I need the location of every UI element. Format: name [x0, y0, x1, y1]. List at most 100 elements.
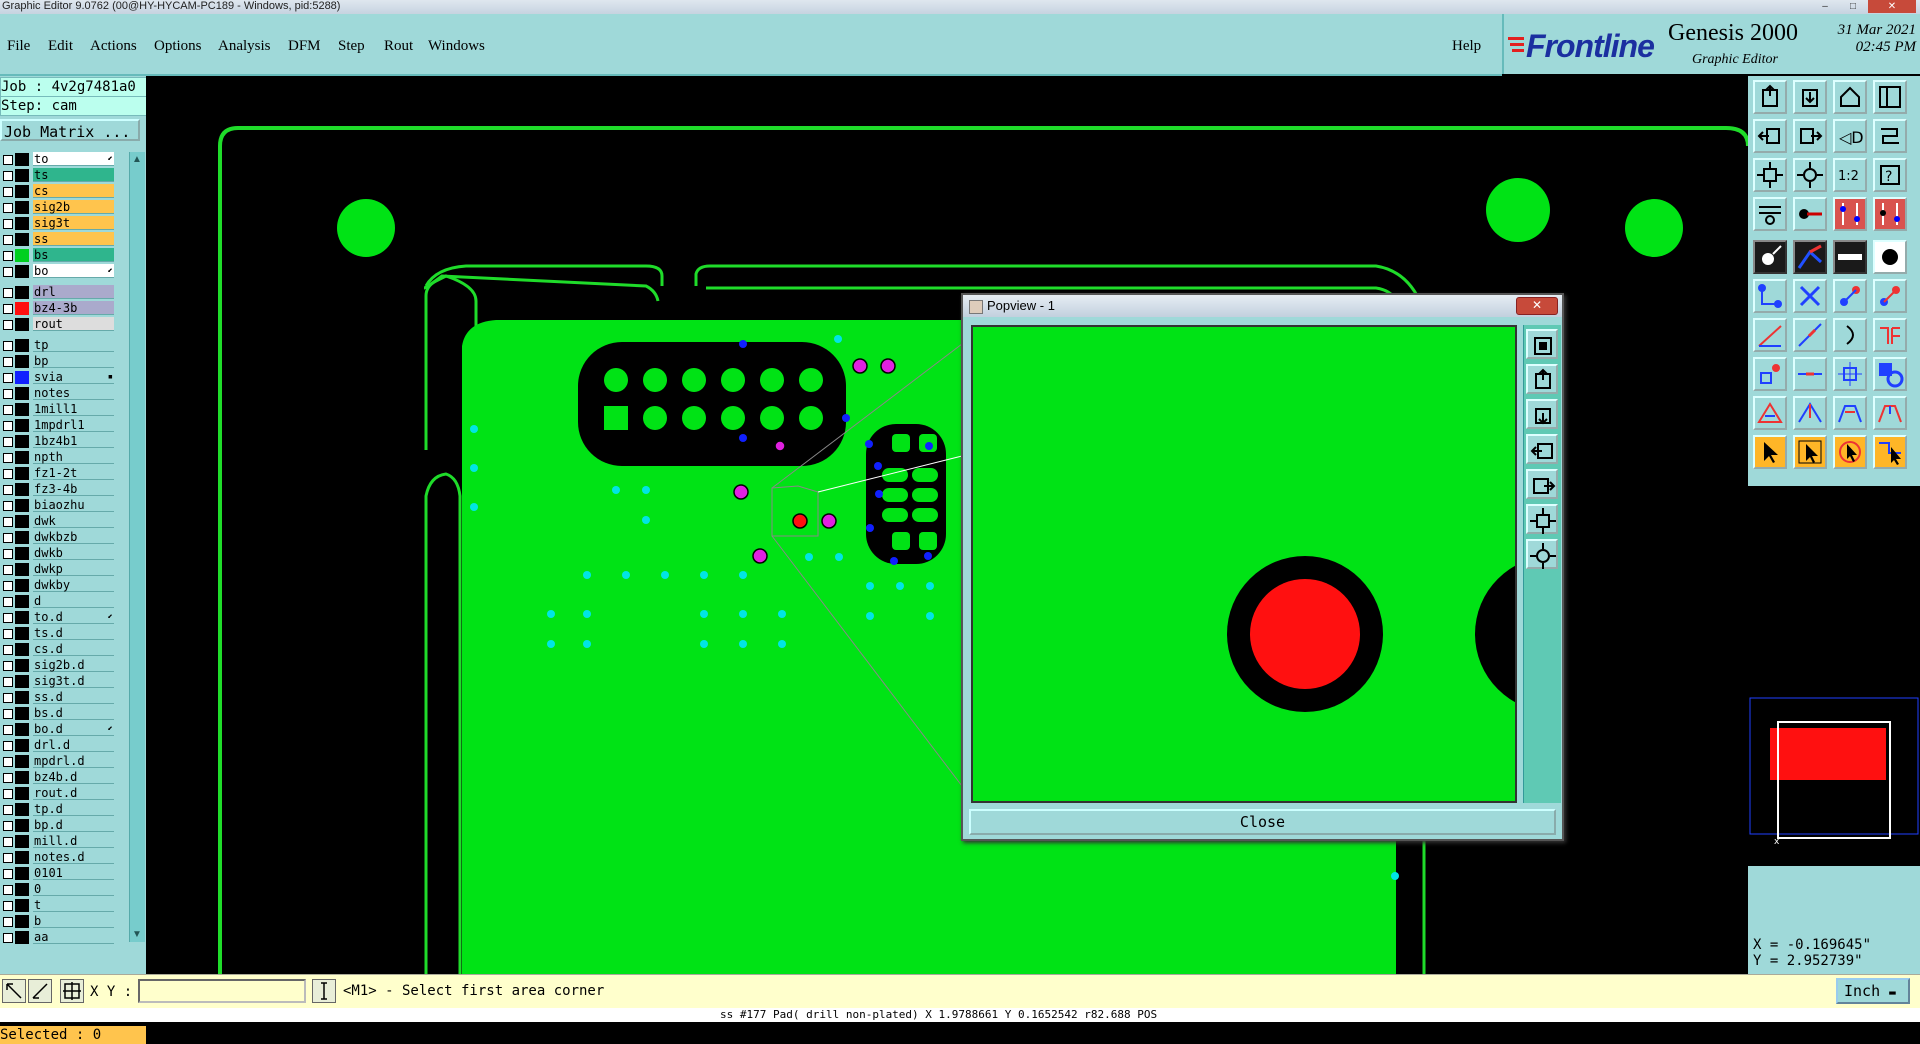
snap-icon[interactable]	[1753, 197, 1787, 231]
layer-checkbox[interactable]	[3, 373, 13, 383]
layer-row[interactable]: npth	[0, 450, 116, 465]
layer-row[interactable]: tp.d	[0, 802, 116, 817]
add-pad-icon[interactable]	[1753, 240, 1787, 274]
layer-color-swatch[interactable]	[15, 515, 29, 528]
menu-edit[interactable]: Edit	[48, 38, 73, 55]
measure-tool-icon[interactable]	[28, 979, 52, 1003]
layer-name[interactable]: ts.d	[33, 626, 114, 640]
layer-color-swatch[interactable]	[15, 867, 29, 880]
layer-row[interactable]: bz4-3b	[0, 301, 116, 316]
layer-checkbox[interactable]	[3, 613, 13, 623]
menu-file[interactable]: File	[7, 38, 30, 55]
layer-checkbox[interactable]	[3, 357, 13, 367]
layer-color-swatch[interactable]	[15, 739, 29, 752]
layer-color-swatch[interactable]	[15, 169, 29, 182]
layer-row[interactable]: sig2b.d	[0, 658, 116, 673]
move-icon[interactable]	[1833, 279, 1867, 313]
measure-icon[interactable]	[1793, 197, 1827, 231]
popview-window[interactable]: Popview - 1 ✕ Close	[961, 293, 1564, 841]
layer-row[interactable]: bz4b.d	[0, 770, 116, 785]
layer-checkbox[interactable]	[3, 629, 13, 639]
layer-color-swatch[interactable]	[15, 851, 29, 864]
popview-close-button[interactable]: Close	[969, 809, 1556, 835]
layer-checkbox[interactable]	[3, 389, 13, 399]
popview-center-icon[interactable]	[1526, 539, 1558, 569]
menu-analysis[interactable]: Analysis	[218, 38, 271, 55]
layer-name[interactable]: biaozhu	[33, 498, 114, 512]
popview-up-icon[interactable]	[1526, 364, 1558, 394]
layer-color-swatch[interactable]	[15, 803, 29, 816]
mirror-icon[interactable]: ◁D	[1833, 119, 1867, 153]
layer-name[interactable]: mpdrl.d	[33, 754, 114, 768]
net-icon[interactable]	[1833, 197, 1867, 231]
layer-name[interactable]: bs	[33, 248, 114, 262]
layer-color-swatch[interactable]	[15, 899, 29, 912]
layer-checkbox[interactable]	[3, 565, 13, 575]
layer-row[interactable]: bp.d	[0, 818, 116, 833]
layer-checkbox[interactable]	[3, 501, 13, 511]
layer-color-swatch[interactable]	[15, 835, 29, 848]
layer-row[interactable]: bp	[0, 354, 116, 369]
zoom-area-icon[interactable]	[2, 979, 26, 1003]
layer-color-swatch[interactable]	[15, 787, 29, 800]
surface-icon[interactable]	[1873, 357, 1907, 391]
layer-row[interactable]: bo.d ⬋	[0, 722, 116, 737]
layer-color-swatch[interactable]	[15, 499, 29, 512]
layer-color-swatch[interactable]	[15, 249, 29, 262]
layer-checkbox[interactable]	[3, 821, 13, 831]
layer-color-swatch[interactable]	[15, 371, 29, 384]
layer-name[interactable]: 1mpdrl1	[33, 418, 114, 432]
layer-row[interactable]: rout.d	[0, 786, 116, 801]
layer-name[interactable]: rout	[33, 317, 114, 331]
layer-name[interactable]: ss	[33, 232, 114, 246]
layer-row[interactable]: 1mill1	[0, 402, 116, 417]
layer-checkbox[interactable]	[3, 517, 13, 527]
layer-scrollbar[interactable]: ▲ ▼	[129, 152, 145, 942]
layer-checkbox[interactable]	[3, 437, 13, 447]
layer-name[interactable]: dwkbzb	[33, 530, 114, 544]
layer-row[interactable]: biaozhu	[0, 498, 116, 513]
ruler-icon[interactable]	[1833, 240, 1867, 274]
zoom-home-icon[interactable]	[1793, 158, 1827, 192]
layer-row[interactable]: dwkp	[0, 562, 116, 577]
text-cursor-icon[interactable]	[312, 979, 336, 1003]
menu-help[interactable]: Help	[1452, 38, 1481, 55]
layer-row[interactable]: d	[0, 594, 116, 609]
layer-name[interactable]: aa	[33, 930, 114, 944]
layer-row[interactable]: drl.d	[0, 738, 116, 753]
layer-checkbox[interactable]	[3, 341, 13, 351]
layer-color-swatch[interactable]	[15, 435, 29, 448]
layer-row[interactable]: mpdrl.d	[0, 754, 116, 769]
layer-row[interactable]: 0	[0, 882, 116, 897]
layer-name[interactable]: ss.d	[33, 690, 114, 704]
layer-color-swatch[interactable]	[15, 691, 29, 704]
layer-color-swatch[interactable]	[15, 707, 29, 720]
layer-checkbox[interactable]	[3, 469, 13, 479]
layer-name[interactable]: npth	[33, 450, 114, 464]
close-window-button[interactable]: ✕	[1868, 0, 1916, 13]
net-compare-icon[interactable]	[1873, 197, 1907, 231]
layer-checkbox[interactable]	[3, 267, 13, 277]
help-icon[interactable]: ?	[1873, 158, 1907, 192]
layer-color-swatch[interactable]	[15, 659, 29, 672]
layer-name[interactable]: bp.d	[33, 818, 114, 832]
layer-name[interactable]: 1bz4b1	[33, 434, 114, 448]
layer-checkbox[interactable]	[3, 933, 13, 943]
layer-color-swatch[interactable]	[15, 153, 29, 166]
layer-row[interactable]: ss	[0, 232, 116, 247]
layer-checkbox[interactable]	[3, 693, 13, 703]
pad-to-line-icon[interactable]	[1753, 357, 1787, 391]
popview-fit-icon[interactable]	[1526, 504, 1558, 534]
layer-checkbox[interactable]	[3, 725, 13, 735]
layer-row[interactable]: ss.d	[0, 690, 116, 705]
layer-row[interactable]: bo ⬋	[0, 264, 116, 279]
layer-name[interactable]: bo ⬋	[33, 264, 114, 278]
layer-color-swatch[interactable]	[15, 265, 29, 278]
layer-color-swatch[interactable]	[15, 233, 29, 246]
trim-icon[interactable]	[1873, 318, 1907, 352]
layer-name[interactable]: notes	[33, 386, 114, 400]
layer-checkbox[interactable]	[3, 709, 13, 719]
lasso-pointer-icon[interactable]	[1833, 435, 1867, 469]
layer-row[interactable]: to.d ⬋	[0, 610, 116, 625]
layer-row[interactable]: cs	[0, 184, 116, 199]
